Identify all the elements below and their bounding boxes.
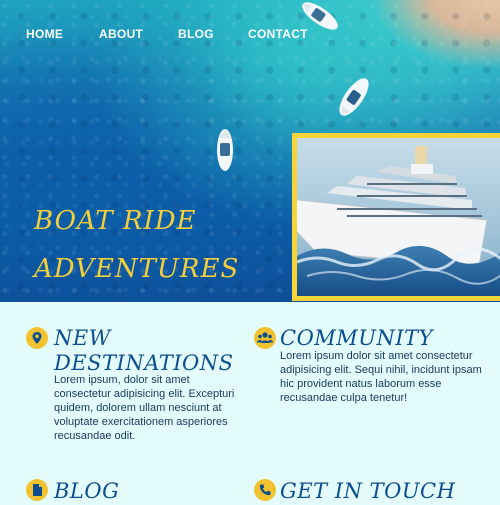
nav-link-about[interactable]: ABOUT — [99, 27, 143, 41]
cruise-ship-image — [297, 146, 500, 296]
nav-link-contact[interactable]: CONTACT — [248, 27, 308, 41]
speedboat-image-middle — [339, 78, 369, 116]
main-nav: HOME ABOUT BLOG CONTACT — [0, 27, 500, 43]
feature-get-in-touch: GET IN TOUCH — [250, 452, 500, 503]
hero-title-line1: BOAT RIDE — [34, 206, 197, 236]
nav-link-home[interactable]: HOME — [26, 27, 63, 41]
cruise-ship-photo — [292, 133, 500, 301]
nav-link-blog[interactable]: BLOG — [178, 27, 214, 41]
phone-icon — [254, 479, 276, 501]
hero-banner: HOME ABOUT BLOG CONTACT BOAT RIDE ADVENT… — [0, 0, 500, 302]
hero-title: BOAT RIDE ADVENTURES — [34, 197, 239, 293]
feature-body: Lorem ipsum, dolor sit amet consectetur … — [54, 374, 235, 442]
people-group-icon — [254, 327, 276, 349]
feature-blog: BLOG — [0, 452, 250, 503]
feature-title: GET IN TOUCH — [280, 479, 456, 503]
location-pin-icon — [26, 327, 48, 349]
feature-community: COMMUNITY Lorem ipsum dolor sit amet con… — [250, 302, 500, 452]
feature-title: COMMUNITY — [280, 326, 434, 350]
feature-body: Lorem ipsum dolor sit amet consectetur a… — [280, 350, 482, 404]
document-icon — [26, 479, 48, 501]
feature-title: BLOG — [54, 479, 120, 503]
feature-title-line2: DESTINATIONS — [54, 351, 234, 375]
hero-title-line2: ADVENTURES — [34, 254, 240, 284]
feature-title-line1: NEW — [54, 326, 111, 350]
feature-new-destinations: NEW DESTINATIONS Lorem ipsum, dolor sit … — [0, 302, 250, 452]
speedboat-image-left — [217, 129, 233, 171]
feature-title: NEW DESTINATIONS — [54, 326, 234, 376]
